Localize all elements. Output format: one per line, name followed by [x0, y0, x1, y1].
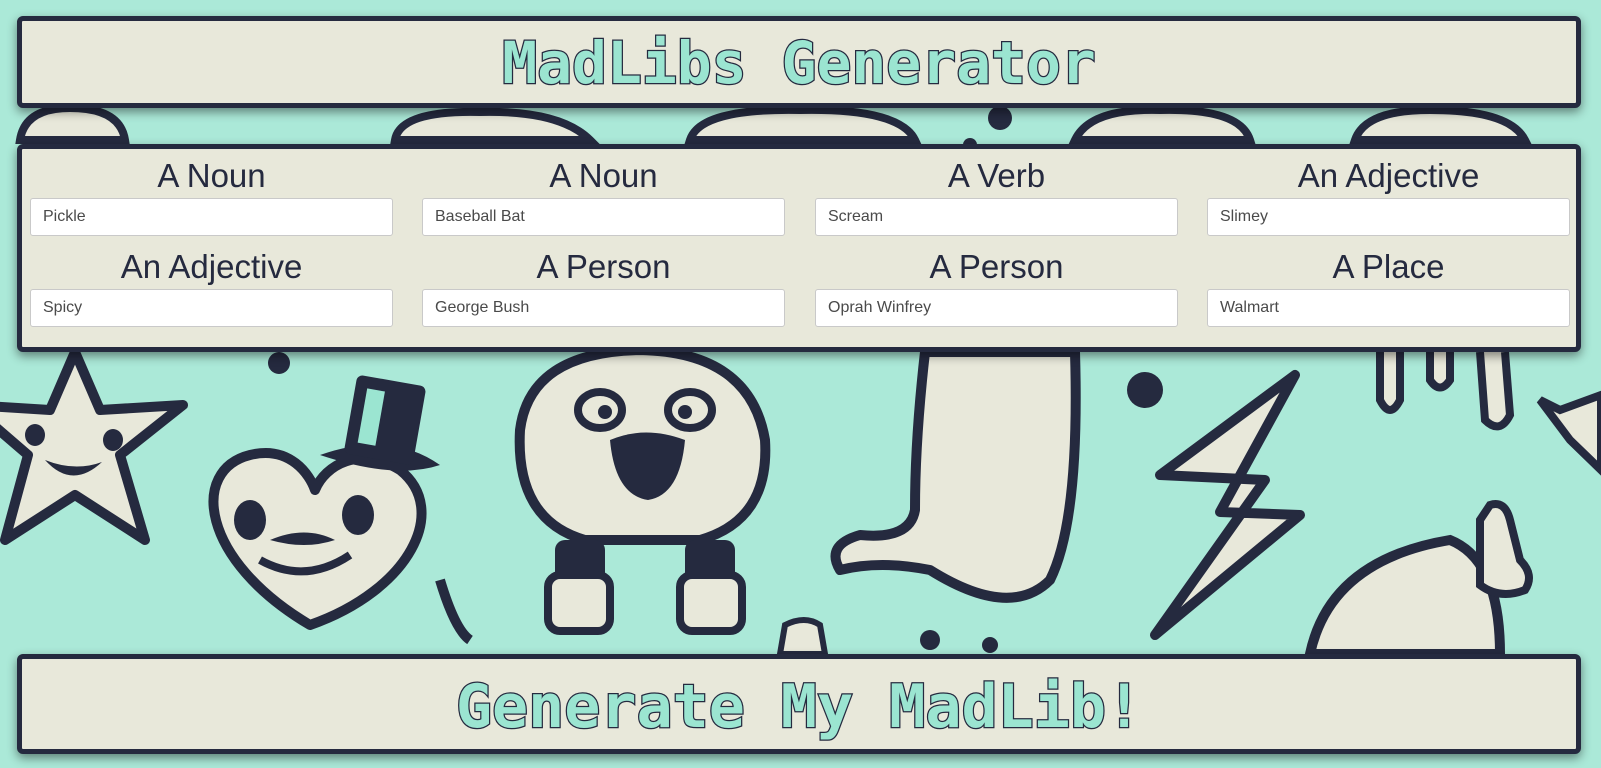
generate-madlib-button[interactable]: Generate My MadLib! [17, 654, 1581, 754]
field-label: A Person [536, 248, 671, 285]
noun-input-1[interactable] [30, 198, 393, 236]
field-label: A Noun [157, 157, 266, 194]
field-label: A Person [929, 248, 1064, 285]
page-title-graphic: MadLibs Generator [501, 28, 1097, 99]
field-noun-2: A Noun [422, 154, 785, 236]
header-panel: MadLibs Generator [17, 16, 1581, 108]
generate-button-label: Generate My MadLib! [456, 672, 1142, 742]
heart-tophat-illustration [208, 375, 474, 645]
field-adjective-1: An Adjective [1207, 154, 1570, 236]
adjective-input-1[interactable] [1207, 198, 1570, 236]
lightning-bolt-illustration [1150, 370, 1305, 640]
person-input-1[interactable] [422, 289, 785, 327]
page-title: MadLibs Generator [502, 29, 1096, 97]
noun-input-2[interactable] [422, 198, 785, 236]
field-adjective-2: An Adjective [30, 245, 393, 327]
star-character-illustration [0, 347, 188, 545]
field-noun-1: A Noun [30, 154, 393, 236]
adjective-input-2[interactable] [30, 289, 393, 327]
field-label: An Adjective [120, 248, 303, 285]
verb-input[interactable] [815, 198, 1178, 236]
generate-button-graphic: Generate My MadLib! [455, 671, 1144, 744]
field-place: A Place [1207, 245, 1570, 327]
field-label: A Noun [549, 157, 658, 194]
field-label: A Verb [947, 157, 1046, 194]
field-label: An Adjective [1297, 157, 1480, 194]
field-label: A Place [1332, 248, 1445, 285]
field-person-1: A Person [422, 245, 785, 327]
madlib-form: A Noun A Noun A Verb An Adjective An Adj… [17, 144, 1581, 352]
person-input-2[interactable] [815, 289, 1178, 327]
field-person-2: A Person [815, 245, 1178, 327]
cartoon-background [0, 103, 1601, 659]
place-input[interactable] [1207, 289, 1570, 327]
hairy-monster-illustration [514, 344, 771, 635]
pointing-character-illustration [1303, 351, 1601, 659]
field-verb: A Verb [815, 154, 1178, 236]
